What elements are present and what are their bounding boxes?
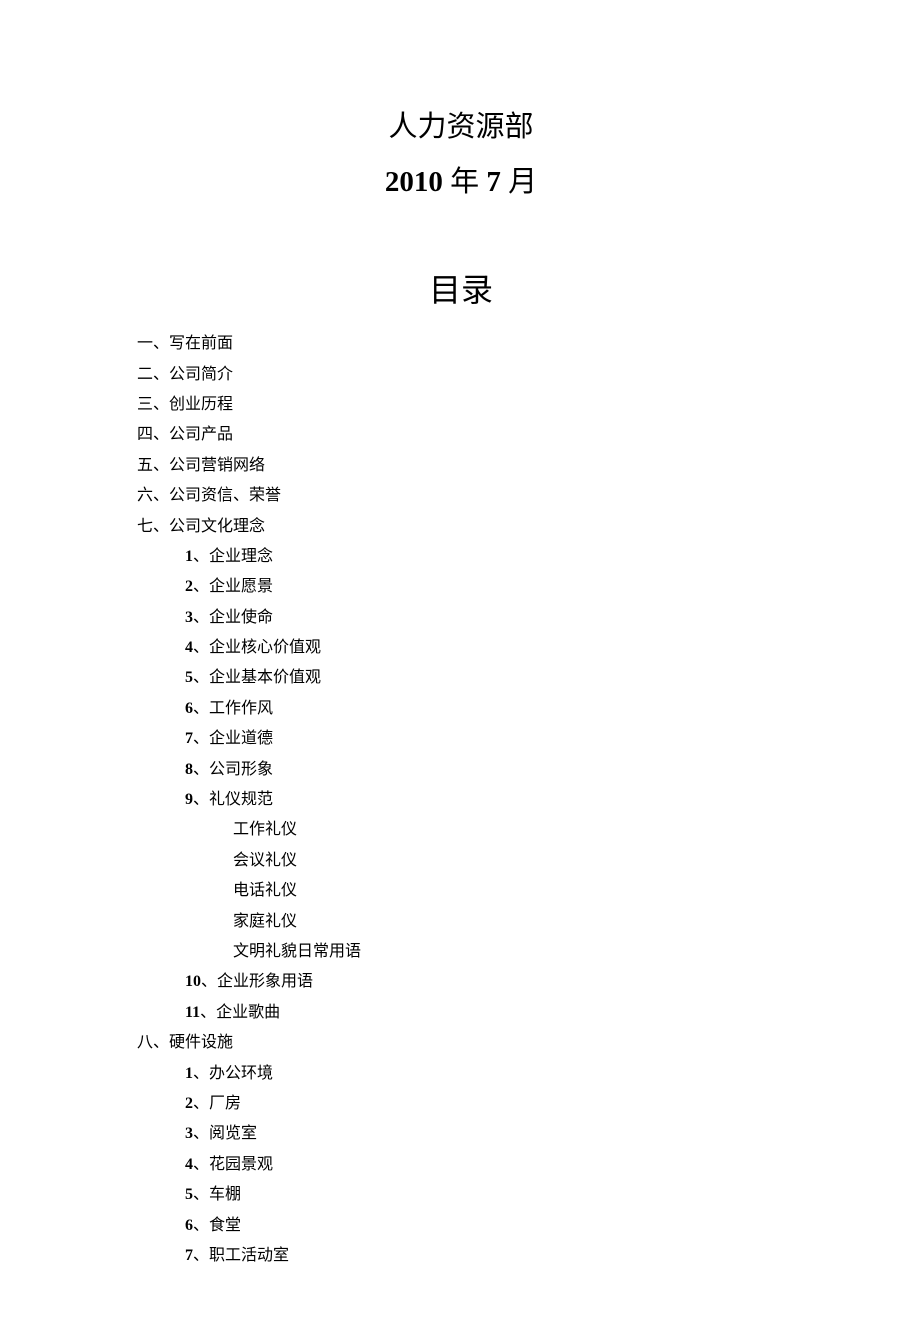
toc-item: 四、公司产品 xyxy=(137,420,785,450)
month-label: 月 xyxy=(501,166,537,198)
toc-item-text: 、阅览室 xyxy=(193,1125,257,1142)
toc-item: 二、公司简介 xyxy=(137,360,785,390)
toc-item: 4、企业核心价值观 xyxy=(185,633,785,663)
toc-item-number: 6 xyxy=(185,700,193,717)
toc-item-text: 一、写在前面 xyxy=(137,335,233,352)
toc-item-text: 、企业形象用语 xyxy=(201,973,313,990)
toc-item-text: 、企业歌曲 xyxy=(200,1004,280,1021)
toc-item-text: 、厂房 xyxy=(193,1095,241,1112)
toc-item-text: 三、创业历程 xyxy=(137,396,233,413)
toc-item-text: 、企业愿景 xyxy=(193,578,273,595)
toc-item-number: 7 xyxy=(185,1247,193,1264)
toc-item-text: 、办公环境 xyxy=(193,1065,273,1082)
toc-item-number: 5 xyxy=(185,669,193,686)
toc-item: 七、公司文化理念 xyxy=(137,512,785,542)
toc-item: 10、企业形象用语 xyxy=(185,967,785,997)
toc-item-text: 、企业核心价值观 xyxy=(193,639,321,656)
toc-item: 7、职工活动室 xyxy=(185,1241,785,1271)
year-value: 2010 xyxy=(385,166,443,198)
toc-item-number: 1 xyxy=(185,548,193,565)
toc-item: 文明礼貌日常用语 xyxy=(233,937,785,967)
toc-item-number: 7 xyxy=(185,730,193,747)
toc-item-number: 11 xyxy=(185,1004,200,1021)
toc-item-text: 、礼仪规范 xyxy=(193,791,273,808)
toc-item: 电话礼仪 xyxy=(233,876,785,906)
toc-item: 11、企业歌曲 xyxy=(185,998,785,1028)
toc-item-text: 、食堂 xyxy=(193,1217,241,1234)
toc-item-text: 、企业使命 xyxy=(193,609,273,626)
toc-item: 八、硬件设施 xyxy=(137,1028,785,1058)
month-value: 7 xyxy=(486,166,501,198)
toc-item-text: 、企业道德 xyxy=(193,730,273,747)
toc-item: 3、阅览室 xyxy=(185,1119,785,1149)
year-label: 年 xyxy=(443,166,487,198)
toc-item-text: 会议礼仪 xyxy=(233,852,297,869)
toc-item: 2、企业愿景 xyxy=(185,572,785,602)
toc-item-text: 、职工活动室 xyxy=(193,1247,289,1264)
toc-item-number: 10 xyxy=(185,973,201,990)
toc-item-number: 4 xyxy=(185,1156,193,1173)
toc-item-text: 四、公司产品 xyxy=(137,426,233,443)
toc-item: 7、企业道德 xyxy=(185,724,785,754)
toc-item-number: 5 xyxy=(185,1186,193,1203)
toc-item-text: 家庭礼仪 xyxy=(233,913,297,930)
toc-item-number: 9 xyxy=(185,791,193,808)
toc-item-number: 3 xyxy=(185,1125,193,1142)
toc-item-number: 2 xyxy=(185,1095,193,1112)
toc-item-number: 6 xyxy=(185,1217,193,1234)
toc-item-text: 六、公司资信、荣誉 xyxy=(137,487,281,504)
toc-item-text: 、企业理念 xyxy=(193,548,273,565)
toc-item: 8、公司形象 xyxy=(185,755,785,785)
toc-heading: 目录 xyxy=(137,265,785,311)
toc-item-text: 五、公司营销网络 xyxy=(137,457,265,474)
toc-item: 6、工作作风 xyxy=(185,694,785,724)
toc-item: 3、企业使命 xyxy=(185,603,785,633)
date-line: 2010 年 7 月 xyxy=(137,155,785,210)
toc-item-text: 二、公司简介 xyxy=(137,366,233,383)
department-name: 人力资源部 xyxy=(388,111,533,143)
toc-item: 6、食堂 xyxy=(185,1211,785,1241)
toc-item-text: 、企业基本价值观 xyxy=(193,669,321,686)
toc-item: 一、写在前面 xyxy=(137,329,785,359)
toc-item: 工作礼仪 xyxy=(233,815,785,845)
toc-item-number: 4 xyxy=(185,639,193,656)
toc-item-text: 电话礼仪 xyxy=(233,882,297,899)
toc-item-number: 1 xyxy=(185,1065,193,1082)
department-title: 人力资源部 xyxy=(137,100,785,155)
toc-item: 4、花园景观 xyxy=(185,1150,785,1180)
toc-item: 5、车棚 xyxy=(185,1180,785,1210)
toc-item-text: 、公司形象 xyxy=(193,761,273,778)
toc-item: 三、创业历程 xyxy=(137,390,785,420)
toc-item: 2、厂房 xyxy=(185,1089,785,1119)
toc-item: 六、公司资信、荣誉 xyxy=(137,481,785,511)
toc-item-text: 、花园景观 xyxy=(193,1156,273,1173)
toc-item: 五、公司营销网络 xyxy=(137,451,785,481)
toc-item: 会议礼仪 xyxy=(233,846,785,876)
toc-item-text: 八、硬件设施 xyxy=(137,1034,233,1051)
toc-item-text: 、车棚 xyxy=(193,1186,241,1203)
toc-item-number: 2 xyxy=(185,578,193,595)
toc-item: 家庭礼仪 xyxy=(233,907,785,937)
toc-item-number: 8 xyxy=(185,761,193,778)
toc-list: 一、写在前面二、公司简介三、创业历程四、公司产品五、公司营销网络六、公司资信、荣… xyxy=(137,329,785,1271)
toc-item: 1、企业理念 xyxy=(185,542,785,572)
toc-item-text: 七、公司文化理念 xyxy=(137,518,265,535)
toc-item-text: 文明礼貌日常用语 xyxy=(233,943,361,960)
toc-item-number: 3 xyxy=(185,609,193,626)
toc-item: 9、礼仪规范 xyxy=(185,785,785,815)
toc-item: 5、企业基本价值观 xyxy=(185,663,785,693)
toc-item: 1、办公环境 xyxy=(185,1059,785,1089)
toc-item-text: 工作礼仪 xyxy=(233,821,297,838)
toc-item-text: 、工作作风 xyxy=(193,700,273,717)
